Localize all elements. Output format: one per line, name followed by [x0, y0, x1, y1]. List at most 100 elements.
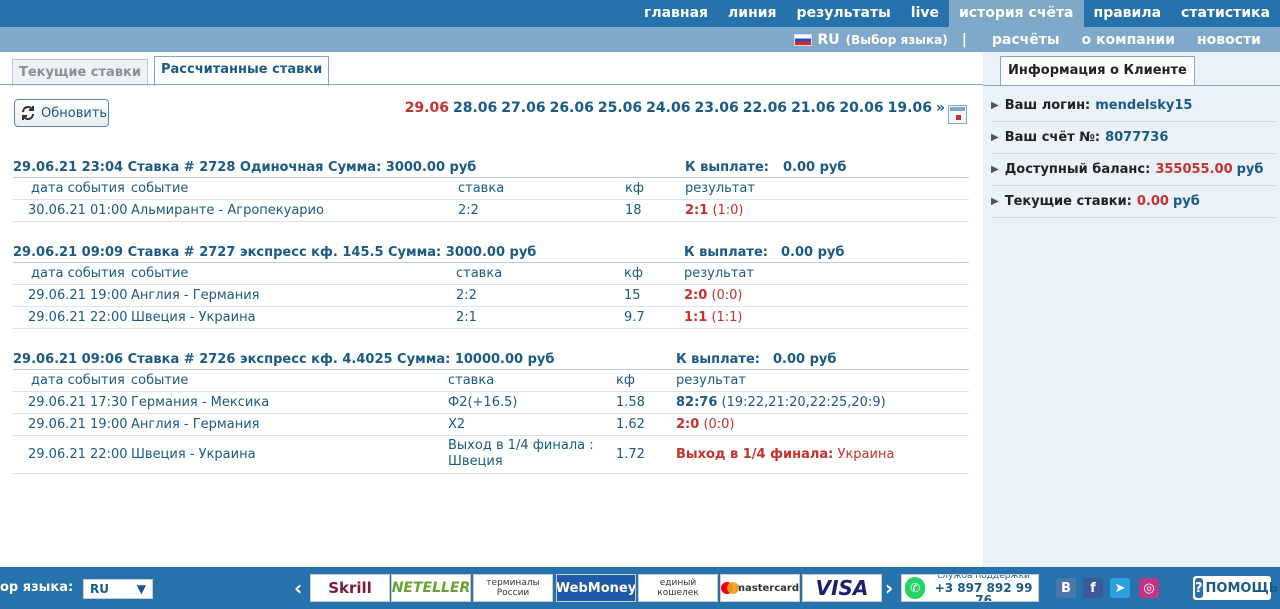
nav-account-history[interactable]: история счёта	[949, 0, 1084, 27]
bet-selection: 2:1	[456, 310, 477, 325]
date-link[interactable]: 23.06	[694, 100, 738, 116]
instagram-icon[interactable]: ◎	[1139, 578, 1159, 598]
tab-settled-bets[interactable]: Рассчитанные ставки	[153, 56, 330, 86]
event-date: 29.06.21 19:00	[28, 288, 128, 303]
col-bet: ставка	[458, 181, 505, 196]
terminals-logo[interactable]: терминалы России	[473, 574, 553, 602]
refresh-button[interactable]: Обновить	[14, 99, 109, 127]
help-button[interactable]: ? ПОМОЩЬ	[1193, 576, 1279, 600]
event-date: 29.06.21 22:00	[28, 447, 128, 462]
nav-about[interactable]: о компании	[1082, 32, 1175, 48]
arrow-right-icon: ▶	[991, 164, 999, 175]
bet-coef: 18	[625, 203, 642, 218]
footer: ор языка: RU ▼ ‹ Skrill NETELLER термина…	[0, 567, 1280, 609]
support-box[interactable]: ✆ служба поддержки +3 897 892 99 76	[901, 574, 1039, 602]
table-row: 29.06.21 17:30 Германия - Мексика Ф2(+16…	[13, 392, 969, 414]
date-link[interactable]: 28.06	[453, 100, 497, 116]
table-row: 30.06.21 01:00 Альмиранте - Агропекуарио…	[13, 200, 969, 222]
calendar-icon[interactable]	[948, 105, 967, 124]
nav-home[interactable]: главная	[634, 0, 718, 27]
language-selector[interactable]: RU (Выбор языка)	[794, 31, 948, 48]
date-link[interactable]: 26.06	[550, 100, 594, 116]
payout-value: 0.00 руб	[783, 160, 847, 175]
footer-language-value: RU	[90, 582, 109, 596]
account-label: Ваш счёт №:	[1004, 130, 1101, 145]
nav-results[interactable]: результаты	[787, 0, 901, 27]
nav-live[interactable]: live	[901, 0, 949, 27]
refresh-icon	[22, 106, 34, 120]
date-current[interactable]: 29.06	[405, 100, 449, 116]
chevron-down-icon: ▼	[136, 582, 146, 596]
nav-rules[interactable]: правила	[1084, 0, 1172, 27]
vk-icon[interactable]: B	[1056, 578, 1076, 598]
wallet-one-logo[interactable]: единый кошелек	[638, 574, 718, 602]
arrow-right-icon: ▶	[991, 196, 999, 207]
result-score: Выход в 1/4 финала:	[676, 447, 834, 462]
telegram-icon[interactable]: ➤	[1110, 578, 1130, 598]
bet-info: 29.06.21 23:04 Ставка # 2728 Одиночная С…	[13, 160, 477, 175]
footer-language-label: ор языка:	[0, 580, 74, 595]
bet-result: 2:0 (0:0)	[676, 417, 735, 432]
bet-coef: 1.72	[616, 447, 645, 462]
client-info-tab[interactable]: Информация о Клиенте	[1000, 56, 1195, 86]
date-link[interactable]: 22.06	[743, 100, 787, 116]
result-detail: (1:0)	[712, 203, 744, 218]
bet-block: 29.06.21 09:06 Ставка # 2726 экспресс кф…	[13, 350, 969, 474]
result-detail: (0:0)	[711, 288, 743, 303]
result-score: 82:76	[676, 395, 718, 410]
more-dates-link[interactable]: »	[936, 100, 945, 116]
current-bets-label: Текущие ставки:	[1004, 194, 1132, 209]
bet-block: 29.06.21 23:04 Ставка # 2728 Одиночная С…	[13, 158, 969, 222]
col-event: событие	[131, 181, 189, 196]
sub-navigation: RU (Выбор языка) | расчёты о компании но…	[0, 27, 1280, 52]
bet-result: 1:1 (1:1)	[684, 310, 743, 325]
language-select-link[interactable]: (Выбор языка)	[846, 33, 948, 47]
payout-label: К выплате:	[685, 160, 769, 175]
scroll-right-icon[interactable]: ›	[885, 576, 893, 600]
arrow-right-icon: ▶	[991, 100, 999, 111]
date-link[interactable]: 25.06	[598, 100, 642, 116]
bet-header: 29.06.21 09:06 Ставка # 2726 экспресс кф…	[13, 350, 969, 370]
visa-logo[interactable]: VISA	[802, 574, 882, 602]
support-text: служба поддержки +3 897 892 99 76	[929, 575, 1038, 602]
date-link[interactable]: 24.06	[646, 100, 690, 116]
payout-label: К выплате:	[684, 245, 768, 260]
support-phone: +3 897 892 99 76	[934, 581, 1033, 602]
scroll-left-icon[interactable]: ‹	[294, 576, 302, 600]
webmoney-logo[interactable]: WebMoney	[556, 574, 636, 602]
column-headers: дата события событие ставка кф результат	[13, 370, 969, 392]
neteller-logo[interactable]: NETELLER	[391, 574, 471, 602]
date-link[interactable]: 19.06	[888, 100, 932, 116]
balance-row: ▶ Доступный баланс: 355055.00 руб	[991, 154, 1276, 186]
bet-selection: Выход в 1/4 финала : Швеция	[448, 438, 594, 469]
bet-coef: 15	[624, 288, 641, 303]
date-link[interactable]: 27.06	[501, 100, 545, 116]
login-label: Ваш логин:	[1004, 98, 1091, 113]
help-label: ПОМОЩЬ	[1205, 580, 1279, 596]
facebook-icon[interactable]: f	[1083, 578, 1103, 598]
bet-selection: Ф2(+16.5)	[448, 395, 518, 410]
current-bets-row: ▶ Текущие ставки: 0.00 руб	[991, 186, 1276, 218]
bet-result: 2:1 (1:0)	[685, 203, 744, 218]
skrill-logo[interactable]: Skrill	[310, 574, 390, 602]
nav-news[interactable]: новости	[1197, 32, 1261, 48]
mastercard-logo[interactable]: mastercard	[720, 574, 800, 602]
result-score: 1:1	[684, 310, 708, 325]
event-name: Альмиранте - Агропекуарио	[131, 203, 324, 218]
result-score: 2:1	[685, 203, 709, 218]
col-date: дата события	[31, 266, 125, 281]
nav-line[interactable]: линия	[718, 0, 787, 27]
balance-label: Доступный баланс:	[1004, 162, 1151, 177]
footer-language-select[interactable]: RU ▼	[83, 579, 153, 599]
column-headers: дата события событие ставка кф результат	[13, 263, 969, 285]
tab-current-bets[interactable]: Текущие ставки	[12, 59, 148, 86]
balance-value: 355055.00	[1155, 162, 1233, 177]
nav-calculations[interactable]: расчёты	[992, 32, 1060, 48]
date-link[interactable]: 21.06	[791, 100, 835, 116]
column-headers: дата события событие ставка кф результат	[13, 178, 969, 200]
result-detail: (0:0)	[703, 417, 735, 432]
nav-statistics[interactable]: статистика	[1171, 0, 1280, 27]
current-bets-currency: руб	[1172, 194, 1200, 209]
date-link[interactable]: 20.06	[839, 100, 883, 116]
language-code: RU	[817, 31, 840, 48]
